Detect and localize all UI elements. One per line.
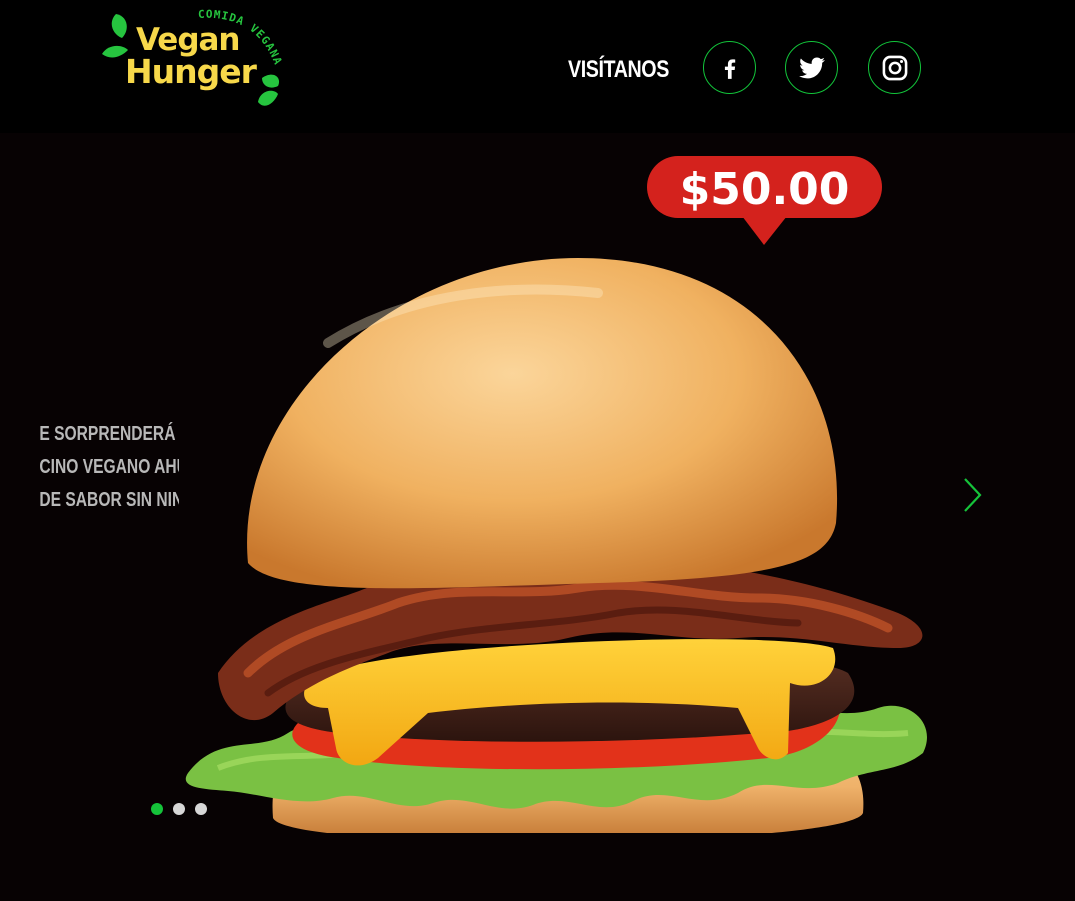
slider-pagination	[151, 803, 207, 815]
description-line-1: E SORPRENDERÁ CON SU	[39, 423, 179, 445]
price-value: $50.00	[679, 164, 850, 215]
twitter-button[interactable]	[785, 41, 838, 94]
vegan-hunger-logo[interactable]: COMIDA VEGANA Vegan Hunger	[98, 8, 284, 116]
twitter-icon	[798, 57, 825, 78]
facebook-button[interactable]	[703, 41, 756, 94]
description-line-3: DE SABOR SIN NINGÚN	[39, 489, 179, 511]
slide-dot-1[interactable]	[151, 803, 163, 815]
product-description: E SORPRENDERÁ CON SU CINO VEGANO AHUMADO…	[39, 418, 179, 517]
facebook-icon	[724, 58, 735, 79]
instagram-icon	[882, 55, 907, 80]
slide-dot-3[interactable]	[195, 803, 207, 815]
slide-dot-2[interactable]	[173, 803, 185, 815]
chevron-right-icon	[964, 478, 982, 512]
site-header: COMIDA VEGANA Vegan Hunger VISÍTANOS	[0, 0, 1075, 133]
visit-label: VISÍTANOS	[568, 56, 669, 83]
burger-image	[185, 258, 927, 833]
logo-line-2: Hunger	[125, 52, 257, 91]
hero-slider: E SORPRENDERÁ CON SU CINO VEGANO AHUMADO…	[0, 133, 1075, 901]
price-badge: $50.00	[647, 156, 882, 246]
description-line-2: CINO VEGANO AHUMADO	[39, 456, 179, 478]
instagram-button[interactable]	[868, 41, 921, 94]
next-slide-button[interactable]	[958, 475, 988, 515]
